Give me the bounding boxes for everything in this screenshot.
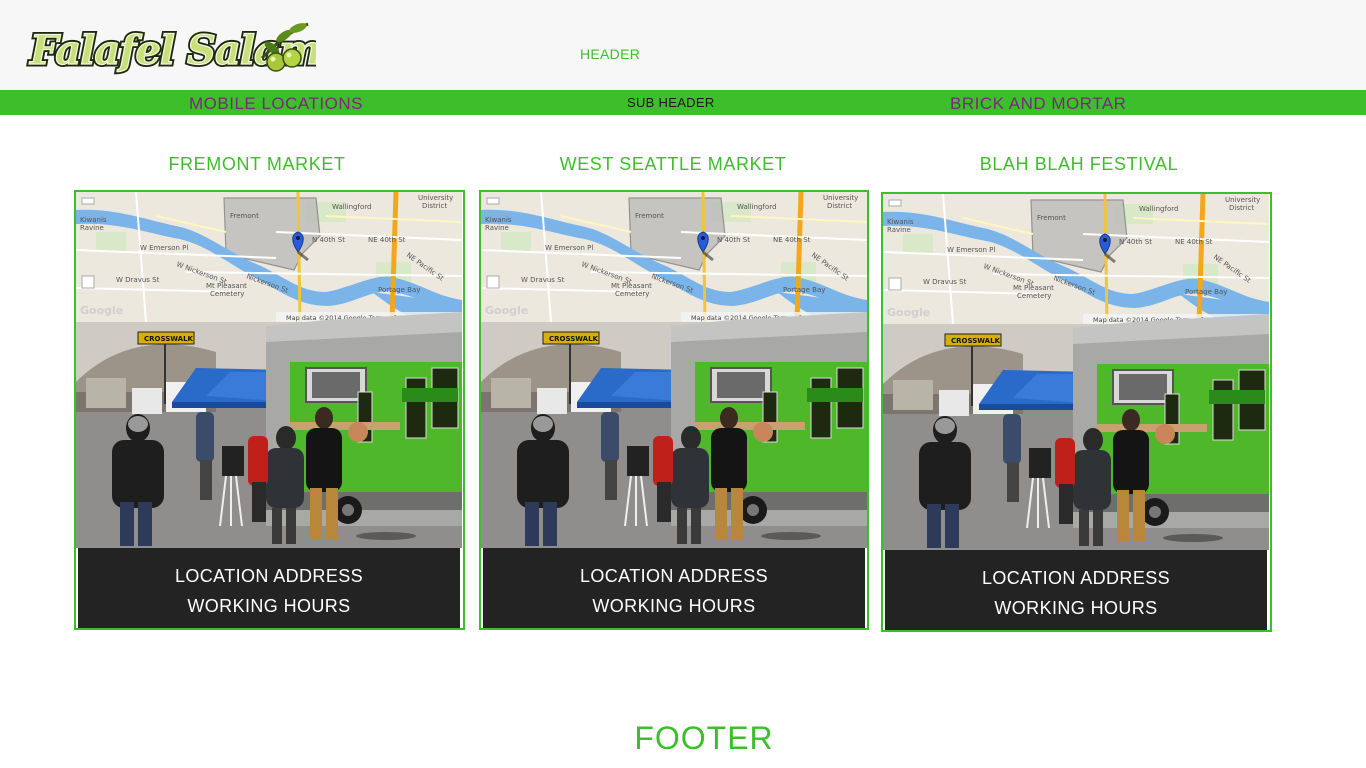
sub-header-bar: MOBILE LOCATIONS SUB HEADER BRICK AND MO… [0,90,1366,115]
location-card-blah-festival[interactable]: LOCATION ADDRESS WORKING HOURS [881,192,1272,632]
location-info-panel: LOCATION ADDRESS WORKING HOURS [483,548,865,628]
footer-label: FOOTER [634,720,774,756]
location-address: LOCATION ADDRESS [981,568,1171,588]
working-hours: WORKING HOURS [187,596,351,616]
mobile-locations-link[interactable]: MOBILE LOCATIONS [189,94,363,114]
sub-header-label: SUB HEADER [627,95,715,110]
working-hours: WORKING HOURS [994,598,1158,618]
brick-and-mortar-link[interactable]: BRICK AND MORTAR [950,94,1126,114]
location-title-fremont: FREMONT MARKET [168,154,346,174]
location-card-fremont[interactable]: LOCATION ADDRESS WORKING HOURS [74,190,465,630]
location-title-west-seattle: WEST SEATTLE MARKET [559,154,787,174]
map-and-truck-photo[interactable] [76,192,462,548]
location-address: LOCATION ADDRESS [579,566,769,586]
header-label: HEADER [580,46,641,62]
location-address: LOCATION ADDRESS [174,566,364,586]
location-info-panel: LOCATION ADDRESS WORKING HOURS [78,548,460,628]
location-title-blah-festival: BLAH BLAH FESTIVAL [979,154,1179,174]
map-and-truck-photo[interactable] [883,194,1269,550]
location-card-west-seattle[interactable]: LOCATION ADDRESS WORKING HOURS [479,190,869,630]
header: Falafel Salam Falafel Salam HEADER [0,0,1366,90]
working-hours: WORKING HOURS [592,596,756,616]
map-and-truck-photo[interactable] [481,192,867,548]
location-info-panel: LOCATION ADDRESS WORKING HOURS [885,550,1267,630]
falafel-salam-logo[interactable]: Falafel Salam Falafel Salam [26,18,316,80]
